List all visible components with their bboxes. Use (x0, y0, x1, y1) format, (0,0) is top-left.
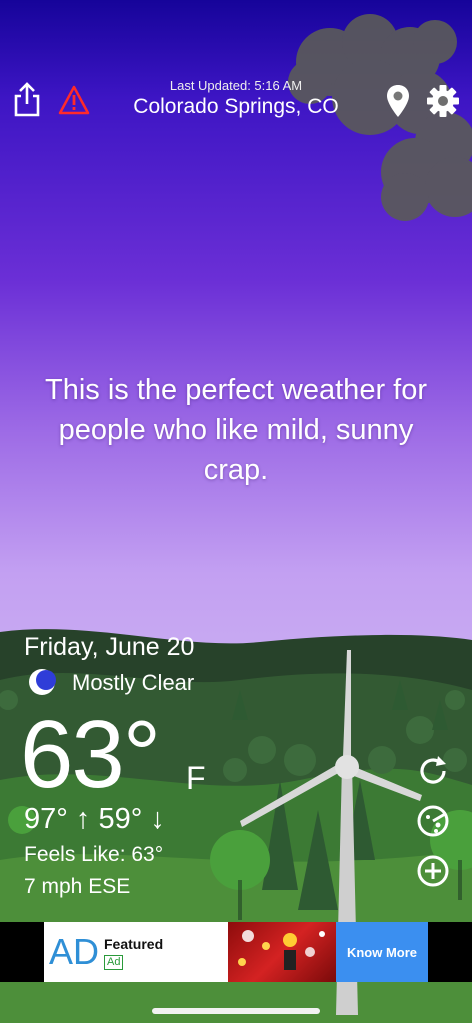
ad-tag: Ad (104, 955, 124, 970)
condition-label: Mostly Clear (72, 670, 195, 695)
ad-artwork (238, 930, 325, 970)
ad-banner[interactable]: AD Featured Ad Know More (44, 922, 428, 982)
ad-image (228, 922, 336, 982)
radar-button[interactable] (414, 802, 452, 840)
high-low: 97° ↑ 59° ↓ (24, 803, 165, 835)
gear-icon (427, 85, 459, 117)
home-indicator[interactable] (152, 1008, 320, 1014)
ad-title: Featured (104, 936, 164, 952)
weather-quote: This is the perfect weather for people w… (45, 374, 427, 486)
wind-speed: 7 mph ESE (24, 875, 131, 898)
date-label: Friday, June 20 (24, 633, 195, 661)
refresh-icon (420, 756, 446, 784)
temperature-unit[interactable]: F (186, 760, 206, 797)
add-location-button[interactable] (414, 852, 452, 890)
storm-cloud (288, 14, 472, 221)
settings-button[interactable] (426, 84, 460, 118)
location-pin-icon (387, 85, 409, 117)
moon-icon (29, 669, 56, 695)
add-icon (417, 855, 449, 887)
ad-text: Featured Ad (104, 922, 228, 982)
condition-icon (28, 668, 56, 701)
ad-logo: AD (48, 931, 99, 972)
ad-cta-button[interactable]: Know More (336, 922, 428, 982)
refresh-button[interactable] (414, 752, 452, 790)
location-button[interactable] (386, 84, 410, 118)
feels-like: Feels Like: 63° (24, 843, 164, 866)
radar-icon (417, 805, 449, 837)
temperature: 63° (20, 701, 161, 808)
